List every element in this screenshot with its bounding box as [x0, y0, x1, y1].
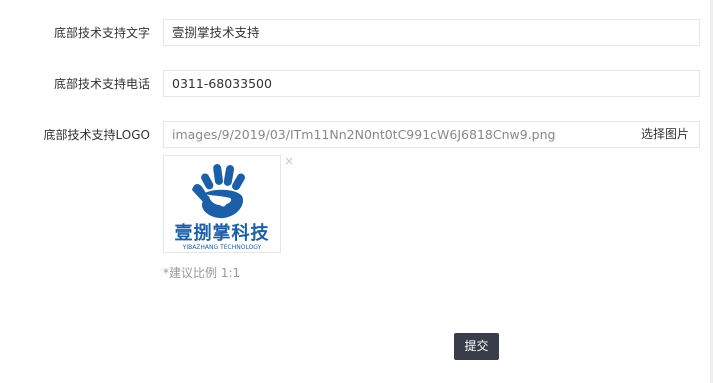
select-image-button[interactable]: 选择图片 — [631, 121, 700, 148]
ratio-hint: *建议比例 1:1 — [163, 266, 241, 280]
support-text-input[interactable]: 壹捌掌技术支持 — [163, 19, 700, 46]
logo-path-input[interactable]: images/9/2019/03/ITm11Nn2N0nt0tC991cW6J6… — [163, 121, 632, 148]
remove-image-icon[interactable]: × — [284, 155, 294, 167]
support-logo-label: 底部技术支持LOGO — [43, 128, 150, 142]
support-phone-input[interactable]: 0311-68033500 — [163, 70, 700, 97]
logo-text-cn: 壹捌掌科技 — [174, 223, 270, 244]
support-phone-label: 底部技术支持电话 — [53, 77, 150, 91]
submit-button[interactable]: 提交 — [454, 333, 499, 360]
support-text-label: 底部技术支持文字 — [53, 26, 150, 40]
logo-text-en: YIBAZHANG TECHNOLOGY — [182, 244, 262, 251]
logo-thumbnail: 壹捌掌科技 YIBAZHANG TECHNOLOGY — [163, 155, 281, 253]
